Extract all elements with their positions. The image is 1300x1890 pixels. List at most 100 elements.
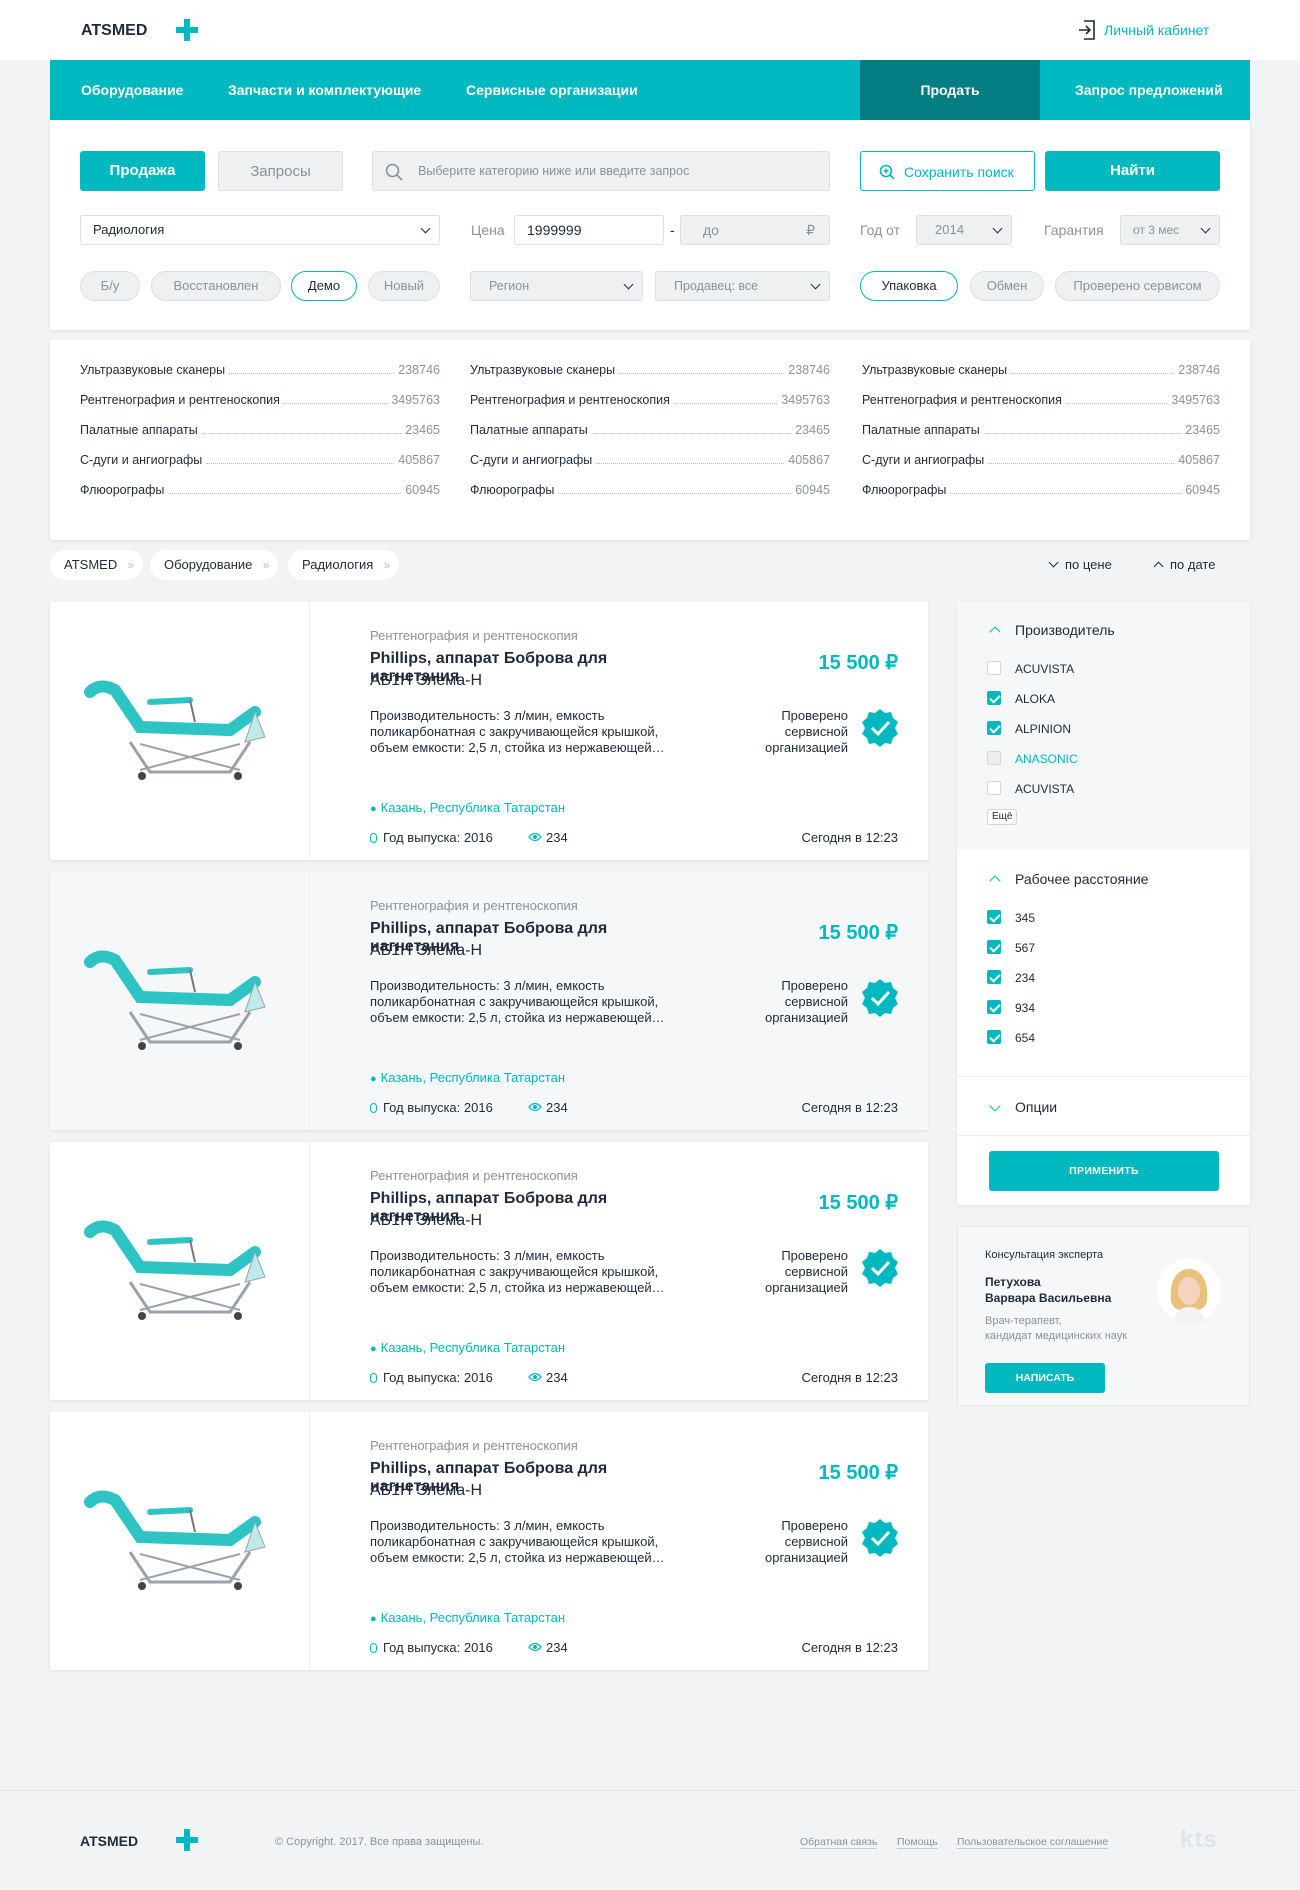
option-exchange[interactable]: Обмен <box>970 271 1044 301</box>
year-icon <box>370 1373 377 1383</box>
category-item[interactable]: С-дуги и ангиографы 405867 <box>470 453 830 467</box>
category-item[interactable]: Флюорографы 60945 <box>80 483 440 497</box>
find-button[interactable]: Найти <box>1045 151 1220 191</box>
category-name: С-дуги и ангиографы <box>862 453 985 467</box>
manufacturer-label[interactable]: ACUVISTA <box>1015 662 1074 676</box>
distance-checkbox[interactable] <box>987 1030 1001 1044</box>
listing-image-box[interactable] <box>50 602 310 860</box>
listing-card[interactable]: Рентгенография и рентгеноскопия Phillips,… <box>50 1142 928 1400</box>
distance-label[interactable]: 345 <box>1015 911 1035 925</box>
listing-description: Производительность: 3 л/мин, емкость пол… <box>370 1248 665 1295</box>
category-item[interactable]: Палатные аппараты 23465 <box>862 423 1220 437</box>
account-link[interactable]: Личный кабинет <box>1104 22 1209 38</box>
listing-card[interactable]: Рентгенография и рентгеноскопия Phillips,… <box>50 602 928 860</box>
listing-location[interactable]: ● Казань, Республика Татарстан <box>370 800 565 815</box>
manufacturer-label[interactable]: ALOKA <box>1015 692 1055 706</box>
logo[interactable]: ATSMED <box>81 22 147 40</box>
option-packaging[interactable]: Упаковка <box>860 271 958 301</box>
year-icon <box>370 1643 377 1653</box>
distance-checkbox[interactable] <box>987 910 1001 924</box>
listing-location[interactable]: ● Казань, Республика Татарстан <box>370 1340 565 1355</box>
category-item[interactable]: Флюорографы 60945 <box>862 483 1220 497</box>
listing-image-box[interactable] <box>50 1412 310 1670</box>
divider <box>957 1135 1250 1136</box>
tab-sale[interactable]: Продажа <box>80 151 205 191</box>
distance-checkbox[interactable] <box>987 1000 1001 1014</box>
nav-service[interactable]: Сервисные организации <box>466 60 638 120</box>
nav-parts[interactable]: Запчасти и комплектующие <box>228 60 421 120</box>
listing-image-box[interactable] <box>50 1142 310 1400</box>
listing-year: Год выпуска: 2016 <box>370 1640 493 1655</box>
search-input[interactable]: Выберите категорию ниже или введите запр… <box>372 151 830 191</box>
condition-new[interactable]: Новый <box>368 271 440 301</box>
region-select[interactable]: Регион <box>470 271 643 301</box>
apply-button[interactable]: ПРИМЕНИТЬ <box>989 1151 1219 1191</box>
nav-equipment[interactable]: Оборудование <box>81 60 183 120</box>
breadcrumb-equipment[interactable]: Оборудование » <box>150 550 279 580</box>
sort-by-date[interactable]: по дате <box>1153 557 1215 572</box>
seller-select[interactable]: Продавец: все <box>655 271 830 301</box>
category-item[interactable]: Палатные аппараты 23465 <box>470 423 830 437</box>
footer-feedback-link[interactable]: Обратная связь <box>800 1836 878 1849</box>
condition-restored[interactable]: Восстановлен <box>151 271 281 301</box>
year-select[interactable]: 2014 <box>916 215 1012 245</box>
login-icon[interactable] <box>1078 20 1096 40</box>
manufacturer-title[interactable]: Производитель <box>1015 622 1115 638</box>
category-item[interactable]: Флюорографы 60945 <box>470 483 830 497</box>
distance-label[interactable]: 654 <box>1015 1031 1035 1045</box>
write-button[interactable]: НАПИСАТЬ <box>985 1363 1105 1393</box>
option-service-checked[interactable]: Проверено сервисом <box>1055 271 1220 301</box>
category-select[interactable]: Радиология <box>80 215 440 245</box>
category-item[interactable]: Рентгенография и рентгеноскопия 3495763 <box>80 393 440 407</box>
condition-demo[interactable]: Демо <box>291 271 357 301</box>
footer-logo[interactable]: ATSMED <box>80 1833 138 1849</box>
chevron-up-icon[interactable] <box>989 875 1001 887</box>
distance-title[interactable]: Рабочее расстояние <box>1015 871 1148 887</box>
options-title[interactable]: Опции <box>1015 1099 1057 1115</box>
breadcrumb-home[interactable]: ATSMED » <box>50 550 144 580</box>
distance-checkbox[interactable] <box>987 970 1001 984</box>
category-item[interactable]: С-дуги и ангиографы 405867 <box>80 453 440 467</box>
category-item[interactable]: Палатные аппараты 23465 <box>80 423 440 437</box>
category-item[interactable]: С-дуги и ангиографы 405867 <box>862 453 1220 467</box>
chevron-down-icon[interactable] <box>989 1100 1001 1112</box>
product-image <box>84 680 266 780</box>
category-item[interactable]: Ультразвуковые сканеры 238746 <box>80 363 440 377</box>
breadcrumb-radiology[interactable]: Радиология » <box>288 550 400 580</box>
warranty-select[interactable]: от 3 мес <box>1120 215 1220 245</box>
tab-requests[interactable]: Запросы <box>218 151 343 191</box>
listing-image-box[interactable] <box>50 872 310 1130</box>
footer-help-link[interactable]: Помощь <box>897 1836 938 1849</box>
listing-location[interactable]: ● Казань, Республика Татарстан <box>370 1070 565 1085</box>
manufacturer-checkbox[interactable] <box>987 751 1001 765</box>
distance-checkbox[interactable] <box>987 940 1001 954</box>
distance-label[interactable]: 567 <box>1015 941 1035 955</box>
kts-brand[interactable]: kts <box>1180 1826 1218 1854</box>
category-item[interactable]: Ультразвуковые сканеры 238746 <box>862 363 1220 377</box>
listing-model: АБ1Н Элема-Н <box>370 1482 483 1499</box>
category-item[interactable]: Ультразвуковые сканеры 238746 <box>470 363 830 377</box>
price-to-input[interactable]: до ₽ <box>680 215 830 245</box>
save-search-button[interactable]: Сохранить поиск <box>860 151 1035 191</box>
manufacturer-label[interactable]: ACUVISTA <box>1015 782 1074 796</box>
footer-terms-link[interactable]: Пользовательское соглашение <box>957 1836 1109 1849</box>
listing-card[interactable]: Рентгенография и рентгеноскопия Phillips,… <box>50 1412 928 1670</box>
category-item[interactable]: Рентгенография и рентгеноскопия 3495763 <box>470 393 830 407</box>
listing-card[interactable]: Рентгенография и рентгеноскопия Phillips,… <box>50 872 928 1130</box>
price-from-input[interactable]: 1999999 <box>514 215 664 245</box>
listing-location[interactable]: ● Казань, Республика Татарстан <box>370 1610 565 1625</box>
condition-used[interactable]: Б/у <box>80 271 140 301</box>
manufacturer-label[interactable]: ALPINION <box>1015 722 1071 736</box>
manufacturer-checkbox[interactable] <box>987 661 1001 675</box>
manufacturer-checkbox[interactable] <box>987 691 1001 705</box>
sort-by-price[interactable]: по цене <box>1048 557 1112 572</box>
distance-label[interactable]: 234 <box>1015 971 1035 985</box>
manufacturer-checkbox[interactable] <box>987 781 1001 795</box>
category-item[interactable]: Рентгенография и рентгеноскопия 3495763 <box>862 393 1220 407</box>
request-offers-button[interactable]: Запрос предложений <box>1075 60 1223 120</box>
manufacturer-checkbox[interactable] <box>987 721 1001 735</box>
distance-label[interactable]: 934 <box>1015 1001 1035 1015</box>
sell-button[interactable]: Продать <box>860 60 1040 120</box>
more-button[interactable]: Ещё <box>987 809 1018 825</box>
manufacturer-label[interactable]: ANASONIC <box>1015 752 1078 766</box>
